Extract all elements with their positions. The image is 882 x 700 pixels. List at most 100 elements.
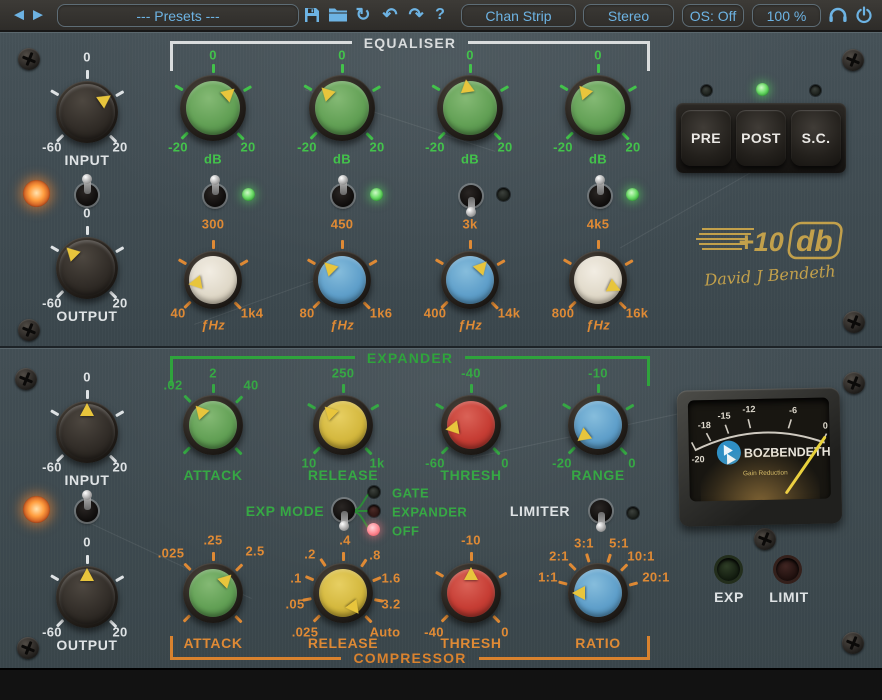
post-led (756, 83, 769, 96)
off-mode-label: OFF (392, 524, 420, 539)
gain-min-label: -20 (168, 140, 188, 155)
output-label: OUTPUT (56, 308, 117, 324)
screw (17, 637, 39, 659)
eq-band4-freq-knob[interactable]: 4k5 800 16k ƒHz (569, 251, 627, 309)
gain-max-label: 0 (209, 48, 217, 63)
eq-input-knob[interactable]: 0 -60 20 INPUT (56, 81, 118, 143)
limiter-label: LIMITER (510, 503, 570, 519)
gain-reduction-meter: -20 -18 -15 -12 -6 0 BOZBENDETH Gain Red… (677, 387, 843, 526)
exp-indicator-label: EXP (714, 589, 744, 605)
limiter-switch[interactable] (588, 498, 614, 524)
svg-text:-6: -6 (789, 405, 797, 415)
preset-next-button[interactable]: ▶ (33, 6, 43, 22)
eq-io-switch[interactable] (74, 182, 100, 208)
eq-band2-freq-knob[interactable]: 450 80 1k6 ƒHz (313, 251, 371, 309)
svg-text:db: db (796, 225, 833, 258)
zoom-label: 100 % (767, 8, 807, 24)
exp-mode-switch[interactable] (331, 497, 357, 523)
eq-output-knob[interactable]: 0 -60 20 OUTPUT (56, 237, 118, 299)
expander-range-knob[interactable]: -10 -20 0 RANGE (568, 395, 628, 455)
screw (843, 311, 865, 333)
eq-band2-gain-knob[interactable]: 0 -20 20 dB (309, 75, 375, 141)
expander-led (368, 505, 380, 517)
eq-band1-led (242, 188, 255, 201)
preset-prev-button[interactable]: ◀ (14, 6, 24, 22)
preset-selector[interactable]: --- Presets --- (57, 4, 299, 27)
screw (18, 319, 40, 341)
eq-band3-freq-knob[interactable]: 3k 400 14k ƒHz (441, 251, 499, 309)
preset-selector-label: --- Presets --- (136, 8, 219, 24)
attack-label: ATTACK (183, 635, 242, 651)
release-label: RELEASE (308, 635, 378, 651)
save-icon[interactable] (304, 7, 320, 23)
meter-scale: -20 -18 -15 -12 -6 0 BOZBENDETH Gain Red… (688, 398, 831, 502)
gain-unit-label: dB (204, 152, 222, 167)
toolbar: ◀ ▶ --- Presets --- ↻ ↶ ↷ ? Chan Strip S… (0, 0, 882, 32)
exp-indicator-led (717, 558, 740, 581)
post-button[interactable]: POST (736, 110, 786, 166)
bottom-chassis (0, 668, 882, 700)
screw (842, 632, 864, 654)
refresh-icon[interactable]: ↻ (355, 5, 370, 26)
expander-attack-knob[interactable]: .02 2 40 ATTACK (183, 395, 243, 455)
limit-indicator-label: LIMIT (769, 589, 809, 605)
meter-caption: Gain Reduction (743, 469, 788, 477)
zoom-selector[interactable]: 100 % (752, 4, 821, 27)
eq-band1-freq-knob[interactable]: 300 40 1k4 ƒHz (184, 251, 242, 309)
oversample-button[interactable]: OS: Off (682, 4, 744, 27)
gate-mode-label: GATE (392, 486, 429, 501)
eq-band3-enable-switch[interactable] (458, 183, 484, 209)
channel-mode-label: Stereo (608, 8, 649, 24)
eq-band3-gain-knob[interactable]: 0 -20 20 dB (437, 75, 503, 141)
expander-thresh-knob[interactable]: -40 -60 0 THRESH (441, 395, 501, 455)
dyn-input-knob[interactable]: 0 -60 20 INPUT (56, 401, 118, 463)
comp-ratio-knob[interactable]: 1:1 2:1 3:1 5:1 10:1 20:1 RATIO (568, 563, 628, 623)
power-icon[interactable] (856, 7, 873, 24)
folder-icon[interactable] (329, 8, 347, 23)
limiter-led (627, 507, 639, 519)
dyn-input-led (23, 496, 50, 523)
pre-led (701, 85, 712, 96)
routing-button-tray: PRE POST S.C. (676, 103, 846, 173)
oversample-label: OS: Off (690, 8, 736, 24)
eq-band4-gain-knob[interactable]: 0 -20 20 dB (565, 75, 631, 141)
svg-text:0: 0 (823, 421, 828, 431)
comp-attack-knob[interactable]: .025 .25 2.5 ATTACK (183, 563, 243, 623)
eq-band2-enable-switch[interactable] (330, 183, 356, 209)
screw (18, 48, 40, 70)
svg-text:-20: -20 (691, 454, 704, 464)
dyn-io-switch[interactable] (74, 498, 100, 524)
channel-mode-selector[interactable]: Stereo (583, 4, 674, 27)
svg-text:-18: -18 (698, 420, 711, 430)
attack-label: ATTACK (183, 467, 242, 483)
redo-icon[interactable]: ↷ (408, 5, 423, 26)
eq-band1-enable-switch[interactable] (202, 183, 228, 209)
comp-release-knob[interactable]: .2 .4 .8 .1 1.6 .05 3.2 .025 Auto RELEAS… (313, 563, 373, 623)
module-selector[interactable]: Chan Strip (461, 4, 576, 27)
expander-mode-label: EXPANDER (392, 505, 467, 520)
headphone-icon[interactable] (828, 6, 848, 24)
undo-icon[interactable]: ↶ (382, 5, 397, 26)
plus10db-logo: +10 db (696, 220, 846, 264)
plugin-window: ◀ ▶ --- Presets --- ↻ ↶ ↷ ? Chan Strip S… (0, 0, 882, 700)
expander-release-knob[interactable]: 250 10 1k RELEASE (313, 395, 373, 455)
limit-indicator-led (776, 558, 799, 581)
module-selector-label: Chan Strip (485, 8, 551, 24)
sc-button[interactable]: S.C. (791, 110, 841, 166)
dyn-output-knob[interactable]: 0 -60 20 OUTPUT (56, 566, 118, 628)
comp-thresh-knob[interactable]: -10 -40 0 THRESH (441, 563, 501, 623)
sc-led (810, 85, 821, 96)
gain-max2-label: 20 (240, 140, 255, 155)
svg-text:+10: +10 (738, 227, 784, 257)
range-label: RANGE (571, 467, 625, 483)
eq-band4-led (626, 188, 639, 201)
screw (15, 368, 37, 390)
meter-face: -20 -18 -15 -12 -6 0 BOZBENDETH Gain Red… (688, 398, 831, 502)
input-label: INPUT (65, 152, 110, 168)
eq-band4-enable-switch[interactable] (587, 183, 613, 209)
gate-led (368, 486, 380, 498)
eq-band1-gain-knob[interactable]: 0 -20 20 dB (180, 75, 246, 141)
pre-button[interactable]: PRE (681, 110, 731, 166)
exp-off-led (367, 523, 380, 536)
help-button[interactable]: ? (435, 6, 445, 24)
